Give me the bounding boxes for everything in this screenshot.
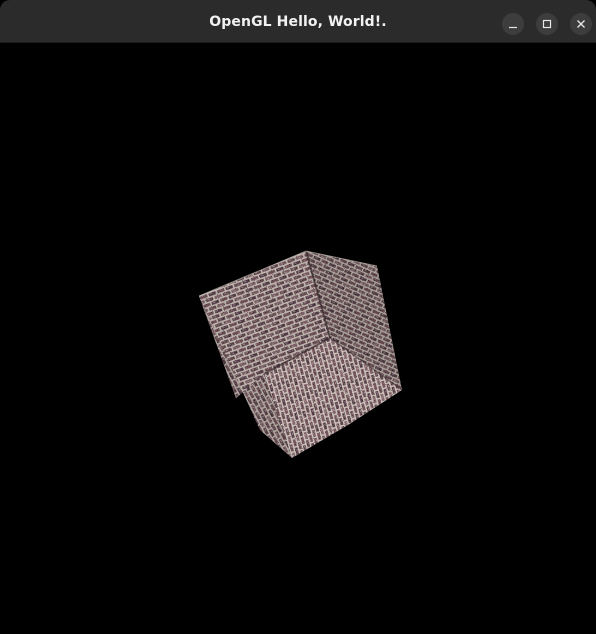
minimize-icon — [509, 26, 517, 29]
opengl-viewport[interactable] — [0, 43, 596, 634]
maximize-icon — [542, 19, 552, 29]
app-window: OpenGL Hello, World!. — [0, 0, 596, 634]
maximize-button[interactable] — [536, 13, 558, 35]
title-bar[interactable]: OpenGL Hello, World!. — [0, 0, 596, 43]
close-icon — [577, 20, 585, 28]
minimize-button[interactable] — [502, 13, 524, 35]
close-button[interactable] — [570, 13, 592, 35]
textured-cube — [198, 250, 403, 458]
